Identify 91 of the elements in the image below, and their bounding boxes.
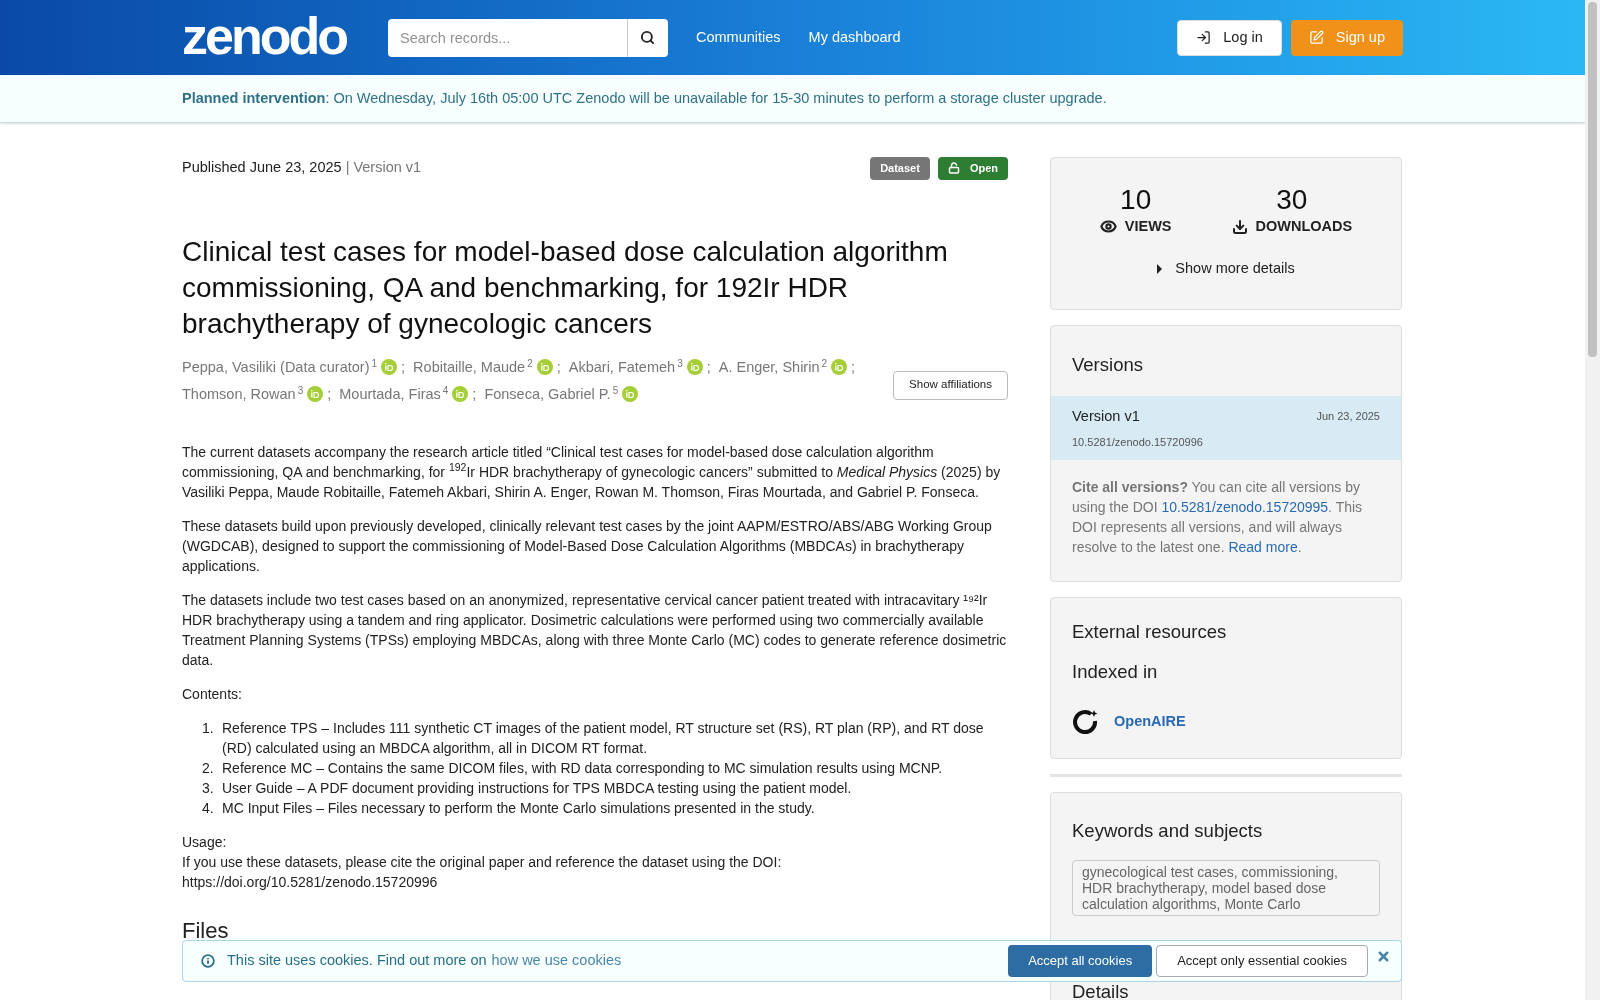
author-link[interactable]: Fonseca, Gabriel P.: [484, 380, 611, 408]
stat-value: 10: [1120, 186, 1152, 214]
orcid-icon[interactable]: [381, 359, 398, 375]
orcid-icon[interactable]: [622, 386, 639, 402]
notice-text: Planned intervention: On Wednesday, July 16th 05:00 UTC Zenodo will be unavailable for 15-30 minutes to perform a storage cluster upgrade.: [182, 88, 1107, 108]
show-more-details[interactable]: Show more details: [1157, 257, 1295, 280]
orcid-icon[interactable]: [536, 359, 553, 375]
affiliation-number: 3: [297, 385, 304, 396]
list-number: 4.: [202, 798, 215, 818]
orcid-icon[interactable]: [452, 386, 469, 402]
record-title: Clinical test cases for model-based dose calculation algorithm commissioning, QA and benchmarking, for 192Ir HDR brachytherapy of gynecologic cancers: [182, 234, 949, 341]
card-heading: Details: [1072, 983, 1130, 1000]
author-link[interactable]: Thomson, Rowan: [182, 380, 296, 408]
accept-essential-button[interactable]: Accept only essential cookies: [1156, 945, 1368, 977]
description-paragraph: The current datasets accompany the research article titled “Clinical test cases for model-based dose calculation algorithm commissioning, QA and benchmarking, for $^{192}$Ir HDR brachytherapy of gynecologic cancers” submitted to Medical Physics (2025) by Vasiliki Peppa, Maude Robitaille, Fatemeh Akbari, Shirin A. Enger, Rowan M. Thomson, Firas Mourtada, and Gabriel P. Fonseca.: [182, 442, 1002, 502]
cookie-text: This site uses cookies. Find out more on: [227, 951, 487, 971]
search-icon: [640, 30, 656, 45]
separator: ;: [401, 357, 406, 377]
nav-link[interactable]: My dashboard: [808, 26, 901, 49]
list-number: 2.: [202, 758, 215, 778]
info-icon: [201, 954, 215, 968]
version-date: Jun 23, 2025: [1316, 409, 1380, 425]
card-heading: Keywords and subjects: [1072, 818, 1264, 843]
version-name: Version v1: [1072, 406, 1140, 426]
version-doi: 10.5281/zenodo.15720996: [1072, 434, 1204, 450]
openaire-icon: [1072, 707, 1100, 736]
version-item[interactable]: Version v1 Jun 23, 2025 10.5281/zenodo.15720996: [1051, 395, 1401, 460]
author-link[interactable]: Peppa, Vasiliki (Data curator): [182, 353, 370, 381]
eye-icon: [1099, 218, 1117, 236]
separator: ;: [706, 357, 711, 377]
search-field[interactable]: Search records...: [388, 18, 627, 57]
cookie-policy-link[interactable]: how we use cookies: [491, 950, 622, 972]
separator: ;: [851, 357, 856, 377]
nav-link[interactable]: Communities: [696, 26, 781, 49]
list-number: 1.: [202, 718, 215, 738]
list-item-text: User Guide – A PDF document providing instructions for TPS MBDCA testing using the patient model.: [222, 778, 852, 798]
author-link[interactable]: Robitaille, Maude: [413, 353, 526, 381]
list-item-text: Reference MC – Contains the same DICOM files, with RD data corresponding to MC simulation results using MCNP.: [222, 758, 943, 778]
affiliation-number: 1: [371, 358, 378, 369]
unlock-icon: [947, 162, 960, 175]
stat-value: 30: [1276, 186, 1308, 214]
files-heading: Files: [182, 917, 230, 944]
separator: ;: [472, 384, 477, 404]
author-link[interactable]: A. Enger, Shirin: [718, 353, 820, 381]
close-button[interactable]: [1376, 949, 1391, 964]
author-link[interactable]: Mourtada, Firas: [339, 380, 441, 408]
version-label: | Version v1: [345, 158, 422, 178]
separator: ;: [327, 384, 332, 404]
accept-all-button[interactable]: Accept all cookies: [1008, 945, 1153, 977]
separator: ;: [556, 357, 561, 377]
stat-label: DOWNLOADS: [1255, 217, 1353, 236]
orcid-icon[interactable]: [307, 386, 324, 402]
cite-text: Cite all versions? You can cite all versions by using the DOI 10.5281/zenodo.15720995. This DOI represents all versions, and will always resolve to the latest one. Read more.: [1071, 478, 1364, 557]
edit-icon: [1308, 30, 1324, 45]
card-heading: External resources: [1072, 620, 1228, 644]
list-number: 3.: [202, 778, 215, 798]
affiliation-number: 2: [527, 358, 533, 369]
login-icon: [1196, 30, 1212, 45]
close-icon: [1376, 949, 1391, 964]
affiliation-number: 2: [821, 358, 828, 369]
scrollbar[interactable]: [1585, 0, 1600, 1000]
list-item-text: Reference TPS – Includes 111 synthetic CT images of the patient model, RT structure set (RS), RT plan (RP), and RT dose (RD) calculated using an MBDCA algorithm, all in DICOM RT format.: [222, 718, 985, 758]
indexed-in-heading: Indexed in: [1072, 659, 1159, 684]
author-link[interactable]: Akbari, Fatemeh: [568, 353, 676, 381]
usage-text: Usage:: [182, 832, 228, 852]
stat-label: VIEWS: [1124, 217, 1172, 236]
login-button[interactable]: Log in: [1177, 19, 1282, 56]
description-paragraph: The datasets include two test cases based on an anonymized, representative cervical cancer patient treated with intracavitary ¹⁹²Ir HDR brachytherapy using a tandem and ring applicator. Dosimetric calculations were performed using two commercially available Treatment Planning Systems (TPSs) employing MBDCAs, along with three Monte Carlo (MC) codes to generate reference dosimetric data.: [182, 590, 1008, 670]
download-icon: [1231, 218, 1248, 235]
card-heading: Versions: [1071, 353, 1144, 377]
affiliation-number: 4: [442, 385, 449, 396]
type-badge: Dataset: [870, 157, 930, 180]
affiliation-number: 3: [677, 358, 683, 369]
list-item-text: MC Input Files – Files necessary to perform the Monte Carlo simulations presented in the study.: [222, 798, 815, 818]
affiliation-number: 5: [612, 385, 619, 396]
usage-text: https://doi.org/10.5281/zenodo.15720996: [182, 872, 439, 892]
search-button[interactable]: [627, 18, 668, 57]
usage-text: If you use these datasets, please cite the original paper and reference the dataset using the DOI:: [182, 852, 783, 872]
published-date: Published June 23, 2025: [182, 158, 342, 178]
openaire-link[interactable]: OpenAIRE: [1114, 710, 1186, 733]
access-badge: Open: [937, 157, 1008, 180]
signup-button[interactable]: Sign up: [1290, 19, 1403, 56]
description-paragraph: Contents:: [182, 684, 243, 704]
description-paragraph: These datasets build upon previously developed, clinically relevant test cases by the joint AAPM/ESTRO/ABS/ABG Working Group (WGDCAB), designed to support the commissioning of Model-Based Dose Calculation Algorithms (MBDCAs) in brachytherapy applications.: [182, 516, 993, 576]
logo[interactable]: zenodo: [182, 6, 346, 65]
keywords-text: gynecological test cases, commissioning, HDR brachytherapy, model based dose calculation algorithms, Monte Carlo: [1072, 860, 1380, 917]
show-affiliations-button[interactable]: Show affiliations: [893, 370, 1008, 400]
orcid-icon[interactable]: [831, 359, 848, 375]
caret-icon: [1157, 263, 1164, 274]
orcid-icon[interactable]: [686, 359, 703, 375]
read-more-link[interactable]: Read more: [1228, 539, 1298, 555]
